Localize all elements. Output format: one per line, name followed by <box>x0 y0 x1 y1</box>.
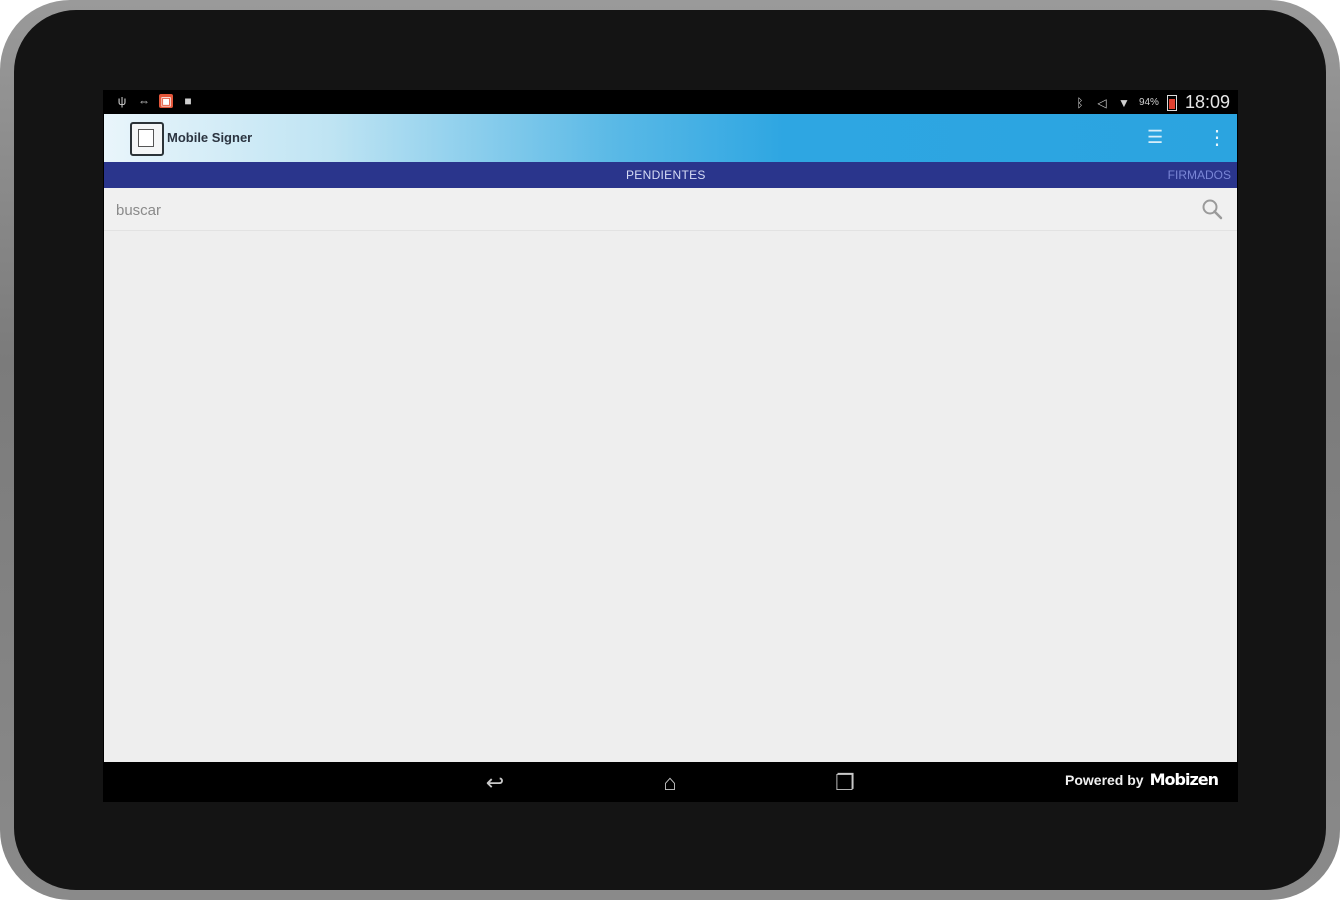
action-bar: Mobile Signer ☰ ⋮ <box>104 114 1237 162</box>
transfer-icon: ⇔ <box>138 94 150 108</box>
back-icon[interactable]: ↩ <box>475 770 515 796</box>
bluetooth-icon: ᛒ <box>1076 95 1084 110</box>
status-right-icons: ᛒ ◁ ▼ 94% 18:09 <box>1073 92 1230 113</box>
recent-apps-icon[interactable]: ❐ <box>825 770 865 796</box>
usb-icon: ψ <box>117 94 127 108</box>
clock: 18:09 <box>1184 92 1230 112</box>
wifi-icon: ▼ <box>1117 95 1130 110</box>
notification-icon: ▣ <box>159 94 173 108</box>
main-content <box>104 188 1237 762</box>
powered-by: Powered by Mobizen <box>1065 770 1219 789</box>
mute-icon: ◁ <box>1097 95 1107 110</box>
video-icon: ■ <box>184 94 192 108</box>
status-left-icons: ψ ⇔ ▣ ■ <box>115 94 195 108</box>
battery-percent: 94% <box>1138 97 1159 108</box>
list-view-icon[interactable]: ☰ <box>1147 128 1171 146</box>
search-icon[interactable] <box>1201 198 1223 220</box>
navigation-bar: ↩ ⌂ ❐ Powered by Mobizen <box>103 762 1238 802</box>
tab-bar: PENDIENTES FIRMADOS <box>104 162 1237 188</box>
home-icon[interactable]: ⌂ <box>650 770 690 796</box>
battery-icon <box>1166 94 1177 111</box>
device-screen: ψ ⇔ ▣ ■ ᛒ ◁ ▼ 94% 18:09 Mobile Signer ☰ … <box>103 90 1238 802</box>
overflow-menu-icon[interactable]: ⋮ <box>1207 127 1227 149</box>
tab-pendientes[interactable]: PENDIENTES <box>626 168 706 182</box>
search-row <box>104 188 1237 231</box>
mobizen-logo: Mobizen <box>1149 770 1219 789</box>
status-bar: ψ ⇔ ▣ ■ ᛒ ◁ ▼ 94% 18:09 <box>103 90 1238 114</box>
app-title: Mobile Signer <box>167 130 253 145</box>
search-input[interactable] <box>114 198 1178 222</box>
app-logo-icon[interactable] <box>130 122 164 156</box>
tab-firmados[interactable]: FIRMADOS <box>1168 168 1231 182</box>
powered-by-label: Powered by <box>1065 771 1144 788</box>
